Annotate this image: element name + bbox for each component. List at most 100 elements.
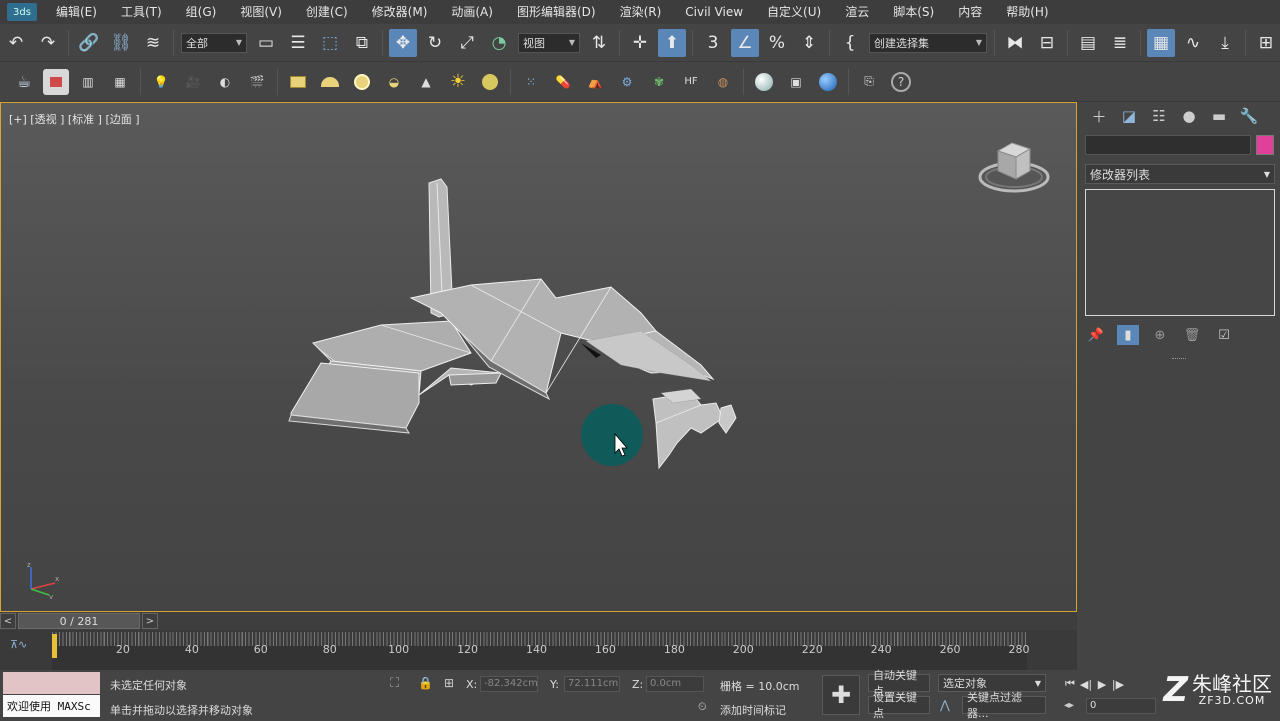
capsule-icon[interactable]: 💊: [550, 69, 576, 95]
align-icon[interactable]: ⊟: [1033, 29, 1061, 57]
link-icon[interactable]: 🔗: [75, 29, 103, 57]
redo-icon[interactable]: ↷: [34, 29, 62, 57]
menu-scripting[interactable]: 脚本(S): [881, 0, 946, 24]
gear-icon[interactable]: ⚙: [614, 69, 640, 95]
menu-content[interactable]: 内容: [946, 0, 994, 24]
undo-icon[interactable]: ↶: [2, 29, 30, 57]
schematic-view-icon[interactable]: ⤓: [1211, 29, 1239, 57]
motion-tab-icon[interactable]: ●: [1177, 104, 1201, 128]
menu-animation[interactable]: 动画(A): [439, 0, 505, 24]
menu-tools[interactable]: 工具(T): [109, 0, 174, 24]
hair-fur-icon[interactable]: HF: [678, 69, 704, 95]
y-coord-field[interactable]: 72.111cm: [564, 676, 620, 692]
material-blue-sphere-icon[interactable]: [815, 69, 841, 95]
hierarchy-tab-icon[interactable]: ☷: [1147, 104, 1171, 128]
object-color-swatch[interactable]: [1256, 135, 1274, 155]
render-frame-icon[interactable]: [43, 68, 69, 95]
next-key-icon[interactable]: |▶: [1110, 676, 1126, 692]
display-tab-icon[interactable]: ▬: [1207, 104, 1231, 128]
spinner-snap-icon[interactable]: ⇕: [795, 29, 823, 57]
configure-modifier-sets-icon[interactable]: ☑: [1213, 325, 1235, 345]
render-table-icon[interactable]: ▦: [107, 69, 133, 95]
prev-frame-button[interactable]: <: [0, 613, 16, 629]
current-frame-field[interactable]: 0: [1086, 698, 1156, 714]
angle-snap-icon[interactable]: ∠: [731, 28, 759, 57]
remove-modifier-icon[interactable]: 🗑: [1181, 325, 1203, 345]
key-mode-toggle-icon[interactable]: ◂▸: [1064, 700, 1074, 711]
layer-explorer-icon[interactable]: ≣: [1106, 29, 1134, 57]
select-move-icon[interactable]: ✥: [389, 28, 417, 57]
menu-group[interactable]: 组(G): [174, 0, 229, 24]
cloth-icon[interactable]: ⛺: [582, 69, 608, 95]
help-icon[interactable]: ?: [888, 69, 914, 95]
z-coord-field[interactable]: 0.0cm: [646, 676, 704, 692]
time-slider[interactable]: < 0 / 281 >: [0, 612, 1077, 630]
bind-spacewarp-icon[interactable]: ≋: [139, 29, 167, 57]
foliage-icon[interactable]: ✾: [646, 69, 672, 95]
unlink-icon[interactable]: ⛓: [107, 29, 135, 57]
geosphere-primitive-icon[interactable]: ◒: [381, 69, 407, 95]
modifier-stack[interactable]: [1085, 189, 1275, 316]
selection-filter-dropdown[interactable]: 全部 ▼: [181, 32, 247, 53]
mirror-icon[interactable]: ⧓: [1001, 29, 1029, 57]
play-icon[interactable]: ▶: [1094, 676, 1110, 692]
select-rotate-icon[interactable]: ↻: [421, 29, 449, 57]
render-setup-icon[interactable]: ▥: [75, 69, 101, 95]
absolute-mode-icon[interactable]: ⊞: [444, 676, 454, 690]
box-primitive-icon[interactable]: [285, 69, 311, 95]
ribbon-toggle-icon[interactable]: ▦: [1147, 28, 1175, 57]
key-filters-button[interactable]: 关键点过滤器...: [962, 691, 1046, 720]
utilities-tab-icon[interactable]: 🔧: [1237, 104, 1261, 128]
menu-rendering[interactable]: 渲染(R): [608, 0, 674, 24]
menu-create[interactable]: 创建(C): [294, 0, 360, 24]
material-editor-icon[interactable]: ⊞: [1252, 29, 1280, 57]
isolate-selection-icon[interactable]: ⛶: [390, 676, 399, 691]
maxscript-listener-mini[interactable]: [3, 672, 100, 694]
keyboard-shortcut-override-icon[interactable]: ⬆: [658, 28, 686, 57]
key-filter-icon[interactable]: ⋀: [940, 698, 950, 712]
menu-graph-editors[interactable]: 图形编辑器(D): [505, 0, 608, 24]
cone-primitive-icon[interactable]: ▲: [413, 69, 439, 95]
menu-civil-view[interactable]: Civil View: [673, 0, 755, 24]
set-key-button[interactable]: 设置关键点: [868, 691, 930, 720]
menu-help[interactable]: 帮助(H): [994, 0, 1060, 24]
manipulate-icon[interactable]: ✛: [626, 29, 654, 57]
time-slider-thumb[interactable]: 0 / 281: [18, 613, 140, 629]
x-coord-field[interactable]: -82.342cm: [480, 676, 538, 692]
select-object-icon[interactable]: ▭: [252, 29, 280, 57]
ref-coord-dropdown[interactable]: 视图 ▼: [518, 32, 580, 53]
app-logo[interactable]: 3ds: [0, 0, 44, 24]
select-place-icon[interactable]: ◔: [485, 29, 513, 57]
material-map-icon[interactable]: ▣: [783, 69, 809, 95]
object-name-field[interactable]: [1085, 135, 1251, 155]
edit-named-selection-icon[interactable]: {: [836, 29, 864, 57]
menu-modifiers[interactable]: 修改器(M): [360, 0, 440, 24]
particle-icon[interactable]: ⁙: [518, 69, 544, 95]
wood-texture-icon[interactable]: ◍: [710, 69, 736, 95]
viewcube-icon[interactable]: [976, 131, 1056, 201]
omni-light-icon[interactable]: [477, 69, 503, 95]
set-key-big-icon[interactable]: ✚: [822, 675, 860, 715]
modify-tab-icon[interactable]: ◪: [1117, 104, 1141, 128]
lock-selection-icon[interactable]: 🔒: [418, 676, 433, 690]
show-end-result-icon[interactable]: ▮: [1117, 325, 1139, 345]
sun-light-icon[interactable]: ☀: [445, 69, 471, 95]
hemisphere-primitive-icon[interactable]: [317, 69, 343, 95]
next-frame-button[interactable]: >: [142, 613, 158, 629]
camera-icon[interactable]: 🎥: [180, 69, 206, 95]
curve-editor-icon[interactable]: ∿: [1179, 29, 1207, 57]
snaps-toggle-icon[interactable]: 3: [699, 29, 727, 57]
make-unique-icon[interactable]: ⊕: [1149, 325, 1171, 345]
percent-snap-icon[interactable]: %: [763, 29, 791, 57]
daylight-icon[interactable]: ◐: [212, 69, 238, 95]
light-lister-icon[interactable]: 💡: [148, 69, 174, 95]
prev-key-icon[interactable]: ◀|: [1078, 676, 1094, 692]
create-tab-icon[interactable]: ＋: [1087, 104, 1111, 128]
go-to-start-icon[interactable]: ⏮: [1062, 676, 1078, 692]
select-scale-icon[interactable]: ⤢: [453, 29, 481, 57]
teapot-icon[interactable]: ☕: [11, 69, 37, 95]
modifier-list-dropdown[interactable]: 修改器列表 ▼: [1085, 164, 1275, 184]
menu-customize[interactable]: 自定义(U): [755, 0, 833, 24]
sphere-primitive-icon[interactable]: [349, 69, 375, 95]
select-by-name-icon[interactable]: ☰: [284, 29, 312, 57]
